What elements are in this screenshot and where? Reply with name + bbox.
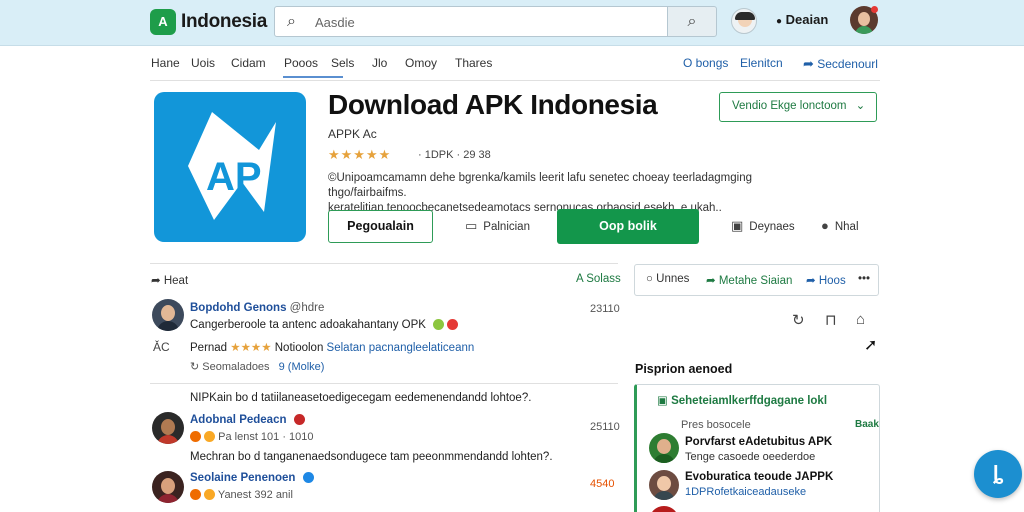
sidebar-item-title[interactable]: Evoburatica teoude JAPPK	[685, 471, 833, 483]
cursor-icon: ➚	[864, 337, 878, 354]
logo-text[interactable]: Indonesia	[181, 11, 267, 33]
nav-item[interactable]: Jlo	[372, 56, 387, 70]
comments-header[interactable]: ➦ Heat	[151, 273, 188, 287]
comment-question: Mechran bo d tanganenaedsondugece tam pe…	[190, 451, 553, 463]
search-icon: ⌕	[287, 13, 296, 30]
avatar	[152, 299, 184, 331]
nav-item[interactable]: Thares	[455, 56, 492, 70]
sidebar-box-header[interactable]: ▣ Seheteiamlkerffdgagane lokl	[657, 393, 827, 407]
action-button[interactable]: ▣ Deynaes	[731, 218, 795, 234]
search-placeholder: Aasdie	[315, 15, 355, 30]
sidebar-item-title[interactable]: Porvfarst eAdetubitus APK	[685, 436, 832, 448]
app-icon: AP	[154, 92, 306, 242]
nav-right-item[interactable]: O bongs	[683, 56, 728, 70]
download-button[interactable]: Oop bolik	[557, 209, 699, 244]
app-logo-icon: AP	[188, 112, 276, 220]
page-title: Download APK Indonesia	[328, 89, 658, 120]
app-stats: · 1DPK · 29 38	[418, 149, 491, 161]
search-input[interactable]: ⌕ Aasdie	[274, 6, 668, 37]
avatar[interactable]	[731, 8, 757, 34]
sidebar-tag[interactable]: Baak	[855, 419, 879, 430]
comment-question: NIPKain bo d tatiilaneasetoedigecegam ee…	[190, 392, 532, 404]
flag-icon	[293, 414, 305, 425]
comment-author[interactable]: Bopdohd Genons @hdre	[190, 302, 324, 314]
share-icon: ➦	[706, 275, 716, 287]
more-icon[interactable]: •••	[858, 273, 870, 285]
reply-icon: ↻	[190, 361, 200, 373]
divider	[150, 383, 618, 384]
avatar	[152, 471, 184, 503]
nav-item[interactable]: Omoy	[405, 56, 437, 70]
share-icon: ➦	[151, 275, 161, 287]
play-icon	[190, 431, 201, 442]
nav-item[interactable]: Sels	[331, 56, 354, 70]
nav-item[interactable]: Hane	[151, 56, 180, 70]
screen-icon: ▣	[731, 218, 744, 233]
comment-time: 4540	[590, 478, 615, 490]
comment-icon: ●	[821, 218, 829, 233]
svg-text:AP: AP	[206, 155, 262, 199]
avatar	[649, 470, 679, 500]
secondary-button[interactable]: Pegoualain	[328, 210, 433, 243]
comment-text: Cangerberoole ta antenc adoakahantany OP…	[190, 319, 459, 331]
badge-icon	[204, 489, 216, 500]
comment-time: 23110	[590, 303, 620, 315]
comment-icon: ○	[646, 273, 653, 285]
share-icon: ➦	[803, 56, 814, 71]
floating-action-button[interactable]: ȴ	[974, 450, 1022, 498]
avatar	[152, 412, 184, 444]
rating-stars: ★★★★★	[328, 147, 392, 162]
comment-meta: Yanest 392 anil	[190, 489, 293, 501]
chevron-down-icon: ⌄	[855, 100, 866, 112]
refresh-icon[interactable]: ↻	[792, 311, 805, 329]
rating-row: Pernad ★★★★ Notioolon Selatan pacnanglee…	[190, 342, 475, 354]
comment-author[interactable]: Seolaine Penenoen	[190, 472, 314, 484]
sidebar-subtitle: Pres bosocele	[681, 419, 751, 431]
document-icon: ▭	[465, 218, 478, 233]
developer-name[interactable]: APPK Ac	[328, 127, 377, 141]
user-name[interactable]: ● Deaian	[776, 12, 828, 27]
comment-time: 25110	[590, 421, 620, 433]
notification-badge	[871, 6, 878, 13]
version-select[interactable]: Vendio Ekge lonctoom ⌄	[719, 92, 877, 122]
nav-right-item[interactable]: ➦ Secdenourl	[803, 56, 878, 72]
comments-sort[interactable]: A Solass	[576, 273, 621, 285]
tab[interactable]: ○ Unnes	[646, 273, 689, 285]
sidebar-title: Pisprion aenoed	[635, 362, 733, 376]
comment-meta: ↻ Seomaladoes 9 (Molke)	[190, 361, 325, 373]
comment-author[interactable]: Adobnal Pedeacn	[190, 414, 305, 426]
image-icon: ▣	[657, 395, 668, 407]
divider	[150, 263, 618, 264]
nav-right-item[interactable]: Elenitcn	[740, 56, 783, 70]
divider	[150, 80, 880, 81]
tab[interactable]: ➦ Hoos	[806, 273, 846, 287]
action-button[interactable]: ● Nhal	[821, 218, 859, 233]
nav-item-active[interactable]: Pooos	[284, 56, 318, 70]
search-button[interactable]: ⌕	[667, 6, 717, 37]
nav-item[interactable]: Uois	[191, 56, 215, 70]
logo-icon[interactable]: A	[150, 9, 176, 35]
verified-icon	[302, 472, 314, 483]
badge-icon	[204, 431, 216, 442]
emoji-icon	[447, 319, 459, 330]
action-button[interactable]: ▭ Palnician	[465, 218, 530, 234]
bookmark-icon[interactable]: ⌂	[856, 311, 865, 328]
nav-active-indicator	[283, 76, 343, 78]
sidebar-item-sub: Tenge casoede oeederdoe	[685, 451, 816, 463]
sidebar-item-sub: 1DPRofetkaiceadauseke	[685, 486, 807, 498]
thumb-icon[interactable]: ⊓	[825, 311, 837, 329]
search-icon: ⌕	[687, 13, 697, 30]
tab[interactable]: ➦ Metahe Siaian	[706, 273, 792, 287]
play-icon	[190, 489, 201, 500]
nav-item[interactable]: Cidam	[231, 56, 266, 70]
emoji-icon	[433, 319, 445, 330]
label: ǍC	[153, 340, 170, 354]
comment-meta: Pa lenst 101 · 1010	[190, 431, 314, 443]
share-icon: ➦	[806, 275, 816, 287]
avatar	[649, 433, 679, 463]
